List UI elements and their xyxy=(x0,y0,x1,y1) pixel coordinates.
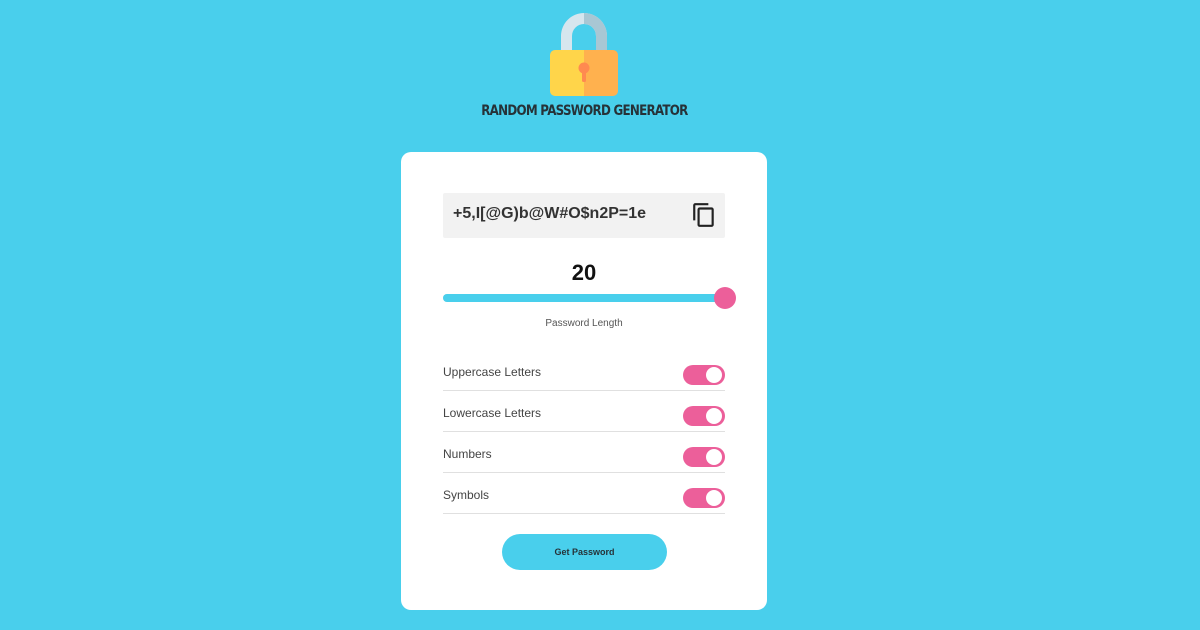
option-label: Uppercase Letters xyxy=(443,365,542,379)
slider-fill xyxy=(443,294,725,302)
padlock-icon xyxy=(550,13,618,96)
app-title: RANDOM PASSWORD GENERATOR xyxy=(481,103,688,119)
uppercase-toggle[interactable] xyxy=(683,365,725,385)
password-length-value: 20 xyxy=(571,260,597,285)
copy-icon[interactable] xyxy=(691,202,717,228)
get-password-button[interactable]: Get Password xyxy=(502,534,667,570)
toggle-knob xyxy=(706,490,722,506)
numbers-toggle[interactable] xyxy=(683,447,725,467)
option-uppercase: Uppercase Letters xyxy=(443,350,725,391)
toggle-knob xyxy=(706,367,722,383)
symbols-toggle[interactable] xyxy=(683,488,725,508)
toggle-knob xyxy=(706,408,722,424)
lowercase-toggle[interactable] xyxy=(683,406,725,426)
password-length-slider[interactable] xyxy=(443,287,736,309)
slider-thumb[interactable] xyxy=(714,287,736,309)
option-numbers: Numbers xyxy=(443,432,725,473)
option-lowercase: Lowercase Letters xyxy=(443,391,725,432)
option-symbols: Symbols xyxy=(443,473,725,514)
toggle-knob xyxy=(706,449,722,465)
password-display: +5,I[@G)b@W#O$n2P=1e xyxy=(443,193,725,238)
option-label: Lowercase Letters xyxy=(443,406,542,420)
generated-password: +5,I[@G)b@W#O$n2P=1e xyxy=(453,205,647,222)
password-length-label: Password Length xyxy=(545,318,623,329)
option-label: Symbols xyxy=(443,488,490,502)
generator-card: +5,I[@G)b@W#O$n2P=1e 20 Password Length … xyxy=(401,152,767,610)
option-label: Numbers xyxy=(443,447,492,461)
